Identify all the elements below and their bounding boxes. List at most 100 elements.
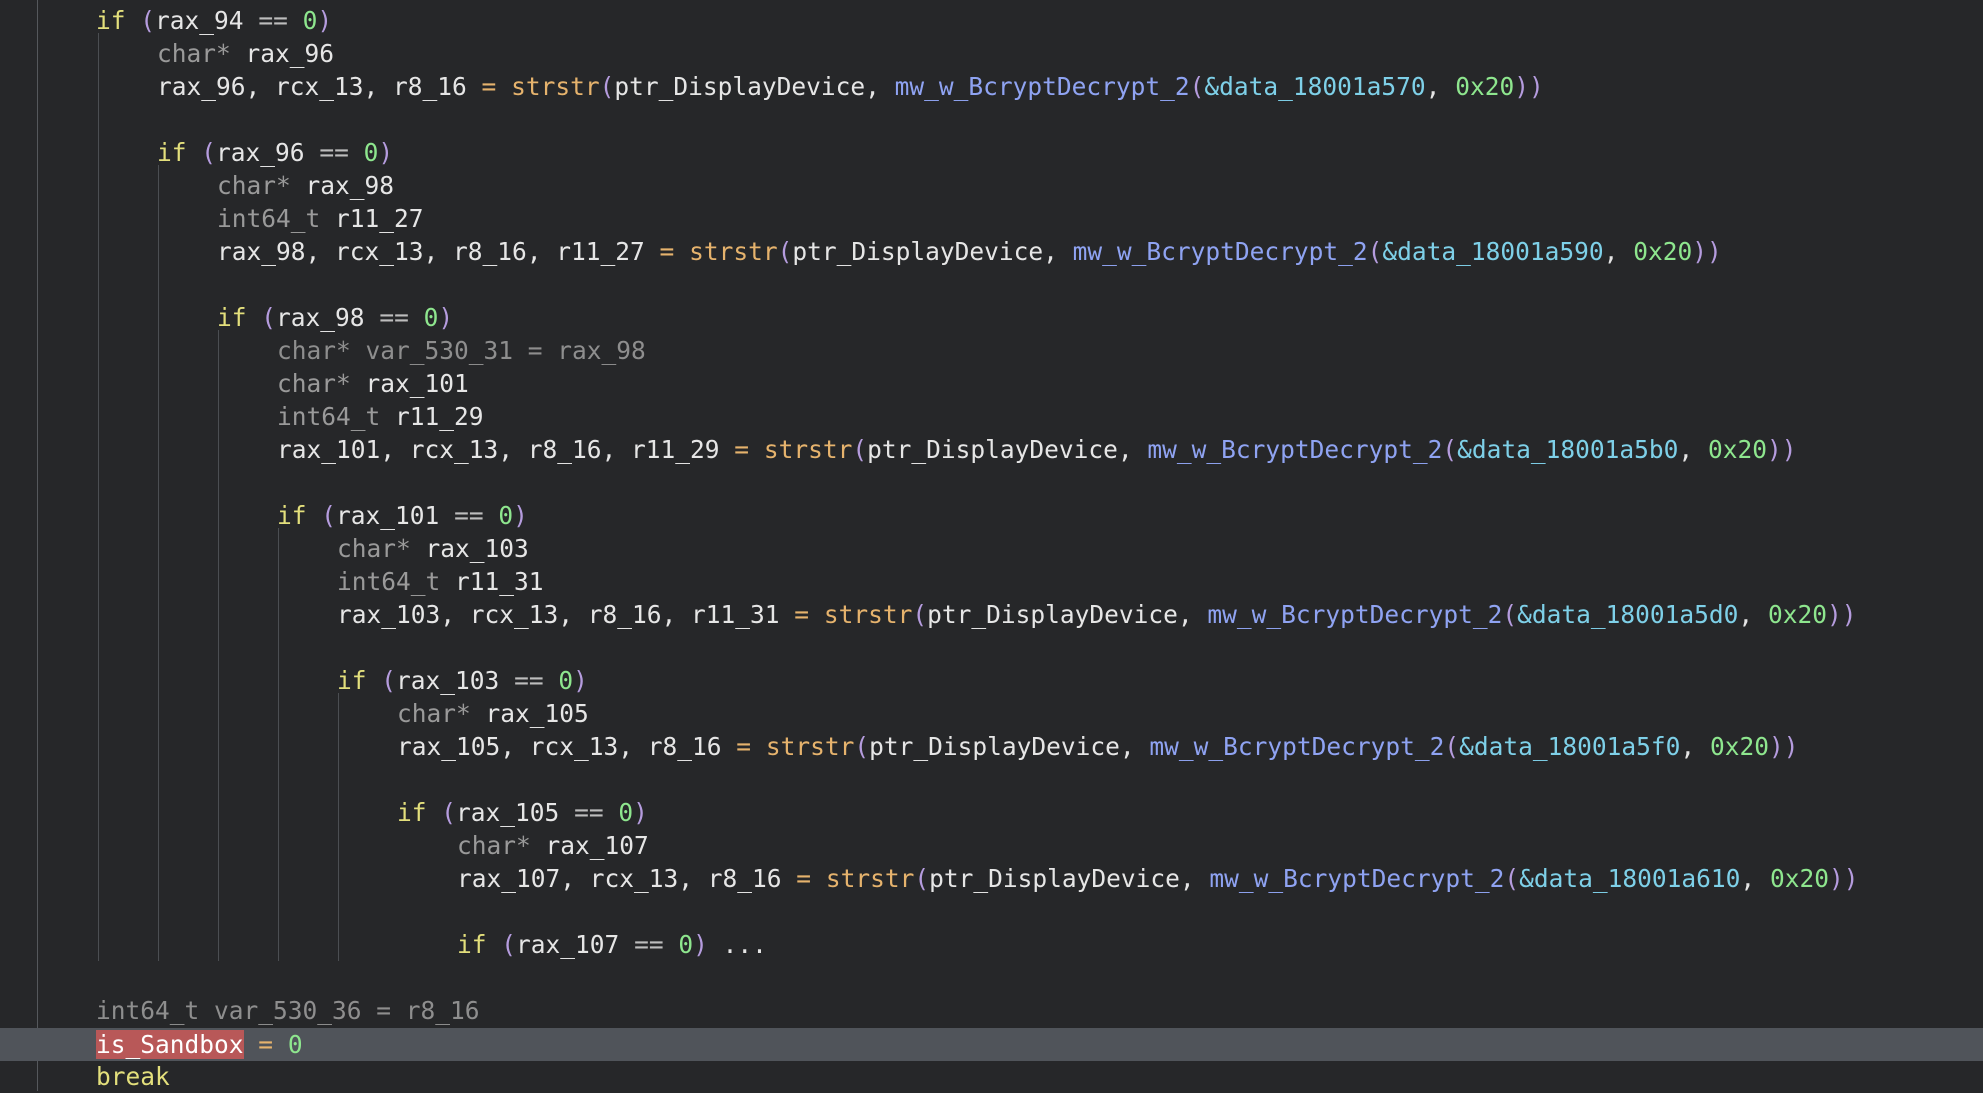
function-call[interactable]: strstr	[826, 864, 915, 893]
code-line[interactable]: rax_105, rcx_13, r8_16 = strstr(ptr_Disp…	[397, 730, 1798, 763]
collapsed-block-ellipsis[interactable]: ...	[723, 930, 767, 959]
indent-guide	[278, 528, 279, 961]
code-line[interactable]: int64_t r11_27	[217, 202, 424, 235]
function-call[interactable]: strstr	[764, 435, 853, 464]
variable[interactable]: rax_96	[246, 39, 335, 68]
assignment-targets[interactable]: rax_103, rcx_13, r8_16, r11_31	[337, 600, 780, 629]
code-line[interactable]: if (rax_103 == 0)	[337, 664, 588, 697]
function-call[interactable]: mw_w_BcryptDecrypt_2	[1207, 600, 1502, 629]
number-literal: 0	[302, 6, 318, 35]
assignment-targets[interactable]: rax_96, rcx_13, r8_16	[157, 72, 467, 101]
code-line[interactable]: char* var_530_31 = rax_98	[277, 334, 646, 367]
function-call[interactable]: mw_w_BcryptDecrypt_2	[895, 72, 1190, 101]
data-symbol[interactable]: &data_18001a590	[1382, 237, 1603, 266]
number-literal: 0x20	[1633, 237, 1693, 266]
function-call[interactable]: strstr	[766, 732, 855, 761]
keyword-if: if	[337, 666, 367, 695]
number-literal: 0	[363, 138, 379, 167]
indent-guide	[98, 33, 99, 961]
code-line-highlighted[interactable]: is_Sandbox = 0	[96, 1028, 303, 1061]
function-call[interactable]: mw_w_BcryptDecrypt_2	[1149, 732, 1444, 761]
code-line[interactable]: int64_t r11_29	[277, 400, 484, 433]
code-line[interactable]: rax_98, rcx_13, r8_16, r11_27 = strstr(p…	[217, 235, 1722, 268]
indent-guide	[218, 330, 219, 961]
type-name: char*	[457, 831, 531, 860]
code-line[interactable]: char* rax_105	[397, 697, 589, 730]
type-name: char*	[337, 534, 411, 563]
code-line[interactable]: rax_96, rcx_13, r8_16 = strstr(ptr_Displ…	[157, 70, 1544, 103]
assignment-targets[interactable]: rax_105, rcx_13, r8_16	[397, 732, 722, 761]
type-name: char*	[217, 171, 291, 200]
variable[interactable]: rax_107	[546, 831, 649, 860]
highlighted-variable[interactable]: is_Sandbox	[96, 1030, 244, 1059]
assignment-targets[interactable]: rax_98, rcx_13, r8_16, r11_27	[217, 237, 645, 266]
variable[interactable]: rax_101	[366, 369, 469, 398]
code-line[interactable]: if (rax_98 == 0)	[217, 301, 453, 334]
code-line[interactable]: char* rax_103	[337, 532, 529, 565]
code-line[interactable]: rax_101, rcx_13, r8_16, r11_29 = strstr(…	[277, 433, 1796, 466]
number-literal: 0x20	[1767, 600, 1827, 629]
argument[interactable]: ptr_DisplayDevice	[927, 600, 1178, 629]
code-line[interactable]: if (rax_94 == 0)	[96, 4, 332, 37]
argument[interactable]: ptr_DisplayDevice	[792, 237, 1043, 266]
code-line[interactable]: if (rax_101 == 0)	[277, 499, 528, 532]
code-line[interactable]: if (rax_96 == 0)	[157, 136, 393, 169]
variable[interactable]: r11_27	[335, 204, 424, 233]
number-literal: 0	[618, 798, 634, 827]
assignment-targets[interactable]: rax_107, rcx_13, r8_16	[457, 864, 782, 893]
variable[interactable]: rax_94	[155, 6, 244, 35]
data-symbol[interactable]: &data_18001a5f0	[1459, 732, 1680, 761]
argument[interactable]: ptr_DisplayDevice	[867, 435, 1118, 464]
variable[interactable]: rax_98	[306, 171, 395, 200]
function-call[interactable]: strstr	[824, 600, 913, 629]
number-literal: 0x20	[1709, 732, 1769, 761]
variable[interactable]: rax_103	[396, 666, 499, 695]
data-symbol[interactable]: &data_18001a5b0	[1457, 435, 1678, 464]
data-symbol[interactable]: &data_18001a610	[1519, 864, 1740, 893]
number-literal: 0	[678, 930, 694, 959]
argument[interactable]: ptr_DisplayDevice	[614, 72, 865, 101]
code-line[interactable]: char* rax_101	[277, 367, 469, 400]
keyword-if: if	[397, 798, 427, 827]
code-editor[interactable]: if (rax_94 == 0) char* rax_96 rax_96, rc…	[0, 0, 1983, 1091]
type-name: int64_t	[337, 567, 441, 596]
dimmed-declaration[interactable]: char* var_530_31 = rax_98	[277, 336, 646, 365]
argument[interactable]: ptr_DisplayDevice	[929, 864, 1180, 893]
code-line[interactable]: char* rax_96	[157, 37, 334, 70]
variable[interactable]: rax_101	[336, 501, 439, 530]
function-call[interactable]: strstr	[689, 237, 778, 266]
variable[interactable]: r11_29	[395, 402, 484, 431]
code-line[interactable]: int64_t var_530_36 = r8_16	[96, 994, 480, 1027]
data-symbol[interactable]: &data_18001a5d0	[1517, 600, 1738, 629]
indent-guide	[338, 693, 339, 961]
variable[interactable]: rax_105	[456, 798, 559, 827]
type-name: int64_t	[217, 204, 321, 233]
code-line[interactable]: rax_103, rcx_13, r8_16, r11_31 = strstr(…	[337, 598, 1856, 631]
variable[interactable]: rax_107	[516, 930, 619, 959]
code-line[interactable]: rax_107, rcx_13, r8_16 = strstr(ptr_Disp…	[457, 862, 1858, 895]
variable[interactable]: rax_98	[276, 303, 365, 332]
function-call[interactable]: mw_w_BcryptDecrypt_2	[1209, 864, 1504, 893]
code-line[interactable]: char* rax_98	[217, 169, 394, 202]
variable[interactable]: rax_96	[216, 138, 305, 167]
code-line[interactable]: int64_t r11_31	[337, 565, 544, 598]
function-call[interactable]: mw_w_BcryptDecrypt_2	[1073, 237, 1368, 266]
dimmed-declaration[interactable]: int64_t var_530_36 = r8_16	[96, 996, 480, 1025]
indent-guide	[158, 165, 159, 961]
function-call[interactable]: strstr	[511, 72, 600, 101]
variable[interactable]: rax_105	[486, 699, 589, 728]
code-line[interactable]: if (rax_105 == 0)	[397, 796, 648, 829]
data-symbol[interactable]: &data_18001a570	[1204, 72, 1425, 101]
code-line[interactable]: break	[96, 1060, 170, 1093]
code-line[interactable]: char* rax_107	[457, 829, 649, 862]
number-literal: 0x20	[1455, 72, 1515, 101]
number-literal: 0x20	[1769, 864, 1829, 893]
variable[interactable]: rax_103	[426, 534, 529, 563]
function-call[interactable]: mw_w_BcryptDecrypt_2	[1147, 435, 1442, 464]
variable[interactable]: r11_31	[455, 567, 544, 596]
code-line[interactable]: if (rax_107 == 0) ...	[457, 928, 767, 961]
number-literal: 0	[287, 1030, 303, 1059]
argument[interactable]: ptr_DisplayDevice	[869, 732, 1120, 761]
keyword-if: if	[277, 501, 307, 530]
assignment-targets[interactable]: rax_101, rcx_13, r8_16, r11_29	[277, 435, 720, 464]
